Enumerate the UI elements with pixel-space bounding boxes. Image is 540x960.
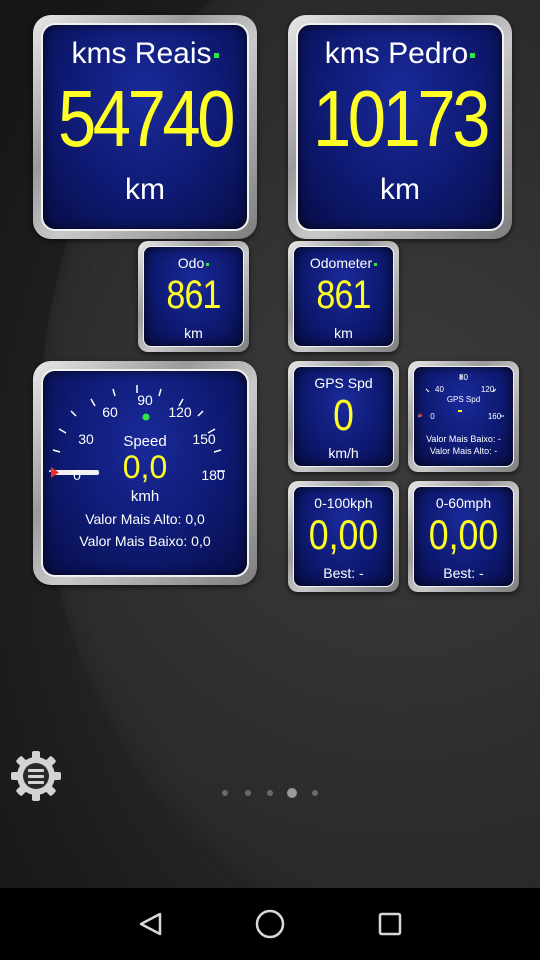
odometer-tile[interactable]: Odometer 861 km <box>288 241 399 352</box>
accel-kph-label: 0-100kph <box>314 495 373 511</box>
odo-value: 861 <box>166 273 221 317</box>
page-dot-3[interactable] <box>267 790 273 796</box>
odometer-value: 861 <box>316 273 371 317</box>
odometer-unit: km <box>334 325 353 341</box>
recents-button[interactable] <box>368 902 412 946</box>
status-indicator-icon <box>206 262 210 266</box>
speed-gauge-face: 90 60 120 30 150 0 180 Speed 0,0 kmh Val… <box>41 369 249 577</box>
settings-menu-button[interactable] <box>10 750 62 802</box>
accel-kph-tile[interactable]: 0-100kph 0,00 Best: - <box>288 481 399 592</box>
gps-gauge-tile[interactable]: 80 40 120 GPS Spd 0 160 Valor Mais Baixo… <box>408 361 519 472</box>
status-indicator-icon <box>470 52 476 58</box>
home-button[interactable] <box>248 902 292 946</box>
accel-mph-label: 0-60mph <box>435 495 492 511</box>
accel-mph-value: 0,00 <box>428 511 499 558</box>
accel-mph-face: 0-60mph 0,00 Best: - <box>413 486 514 587</box>
speed-tick-120: 120 <box>168 404 192 420</box>
page-dot-2[interactable] <box>245 790 251 796</box>
gps-gauge-high: Valor Mais Alto: - <box>429 446 498 456</box>
accel-mph-best: Best: - <box>443 565 484 581</box>
status-indicator-icon <box>374 262 378 266</box>
odo-unit: km <box>184 325 203 341</box>
kms-reais-face: kms Reais 54740 km <box>41 23 249 231</box>
gps-tick-80: 80 <box>459 373 468 382</box>
odo-face: Odo 861 km <box>143 246 244 347</box>
gps-gauge-label: GPS Spd <box>446 395 481 404</box>
odo-label: Odo <box>144 255 243 271</box>
system-navigation-bar <box>0 888 540 960</box>
odometer-face: Odometer 861 km <box>293 246 394 347</box>
accel-kph-value: 0,00 <box>308 511 379 558</box>
kms-pedro-value: 10173 <box>312 74 491 163</box>
speed-gauge-tile[interactable]: 90 60 120 30 150 0 180 Speed 0,0 kmh Val… <box>33 361 257 585</box>
kms-reais-label: kms Reais <box>43 37 247 71</box>
speed-gauge-low: Valor Mais Baixo: 0,0 <box>79 533 211 549</box>
accel-mph-tile[interactable]: 0-60mph 0,00 Best: - <box>408 481 519 592</box>
page-dot-5[interactable] <box>312 790 318 796</box>
gear-menu-icon <box>11 751 61 801</box>
odo-tile[interactable]: Odo 861 km <box>138 241 249 352</box>
gps-gauge-face: 80 40 120 GPS Spd 0 160 Valor Mais Baixo… <box>413 366 514 467</box>
gps-tick-120: 120 <box>480 385 495 394</box>
recents-square-icon <box>378 912 402 936</box>
back-button[interactable] <box>128 902 172 946</box>
page-dot-1[interactable] <box>222 790 228 796</box>
kms-reais-unit: km <box>125 173 165 206</box>
home-circle-icon <box>255 909 285 939</box>
speed-gauge-unit: kmh <box>130 488 160 505</box>
kms-pedro-face: kms Pedro 10173 km <box>296 23 504 231</box>
kms-pedro-unit: km <box>380 173 420 206</box>
speed-gauge-label: Speed <box>123 433 167 450</box>
odometer-label: Odometer <box>294 255 393 271</box>
kms-pedro-label: kms Pedro <box>298 37 502 71</box>
kms-pedro-tile[interactable]: kms Pedro 10173 km <box>288 15 512 239</box>
gps-speed-unit: km/h <box>328 445 359 461</box>
page-dot-4-active[interactable] <box>287 788 297 798</box>
accel-kph-best: Best: - <box>323 565 364 581</box>
kms-reais-tile[interactable]: kms Reais 54740 km <box>33 15 257 239</box>
speed-gauge-value: 0,0 <box>122 449 168 485</box>
gps-gauge-low: Valor Mais Baixo: - <box>426 434 501 444</box>
kms-reais-value: 54740 <box>57 74 236 163</box>
speed-gauge-high: Valor Mais Alto: 0,0 <box>85 511 205 527</box>
page-indicator[interactable] <box>220 788 324 800</box>
gps-tick-160: 160 <box>487 412 502 421</box>
status-indicator-icon <box>213 52 219 58</box>
accel-kph-face: 0-100kph 0,00 Best: - <box>293 486 394 587</box>
back-triangle-icon <box>139 912 162 936</box>
